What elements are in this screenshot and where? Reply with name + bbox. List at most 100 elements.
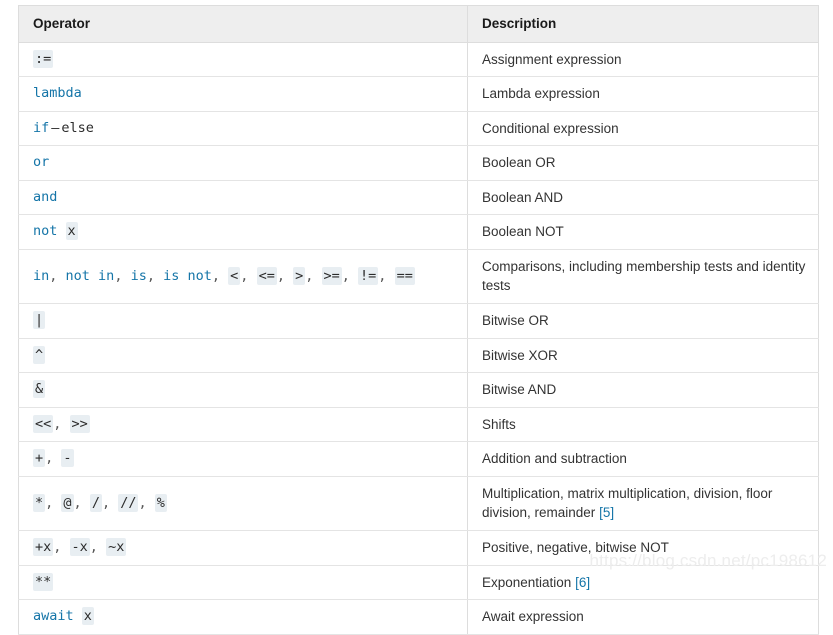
operator-separator: , (276, 267, 294, 284)
description-text: Shifts (482, 416, 516, 432)
operator-keyword: is (130, 267, 147, 284)
description-text: Exponentiation (482, 574, 576, 590)
description-cell: Boolean NOT (467, 214, 819, 250)
operator-cell: ^ (18, 337, 468, 374)
table-row: | Bitwise OR (18, 303, 819, 339)
table-header-row: Operator Description (18, 5, 819, 43)
operator-symbol: x (65, 222, 78, 241)
description-cell: Bitwise AND (467, 372, 819, 408)
column-header-operator: Operator (18, 5, 468, 43)
table-row: in, not in, is, is not, <, <=, >, >=, !=… (18, 248, 819, 305)
operator-symbol: ** (33, 572, 54, 591)
operator-cell: not x (18, 214, 468, 250)
description-text: Addition and subtraction (482, 451, 627, 467)
footnote-link[interactable]: [5] (599, 505, 614, 520)
operator-symbol: != (358, 266, 379, 285)
footnote-link[interactable]: [6] (575, 575, 590, 590)
description-cell: Conditional expression (467, 110, 819, 147)
column-header-description: Description (467, 5, 819, 43)
operator-dash: – (51, 119, 60, 136)
description-text: Assignment expression (482, 51, 622, 67)
table-row: ^ Bitwise XOR (18, 337, 819, 374)
operator-separator: , (240, 267, 257, 284)
operator-keyword: await (33, 608, 74, 625)
operator-symbol: := (33, 49, 54, 68)
operator-separator: , (305, 267, 322, 284)
operator-symbol: << (33, 414, 54, 433)
table-row: and Boolean AND (18, 179, 819, 216)
operator-keyword: in (33, 267, 50, 284)
operator-keyword: and (33, 188, 58, 205)
operator-keyword: not (33, 223, 58, 240)
operator-separator: , (341, 267, 359, 284)
description-text: Boolean AND (482, 189, 564, 205)
operator-cell: +x, -x, ~x (18, 529, 468, 566)
description-text: Bitwise XOR (482, 347, 558, 363)
operator-symbol: @ (61, 493, 74, 512)
operator-separator: , (45, 450, 62, 467)
description-cell: Exponentiation [6] (467, 564, 819, 601)
operator-symbol: % (154, 493, 167, 512)
operator-symbol: < (228, 266, 241, 285)
table-row: <<, >> Shifts (18, 406, 819, 443)
description-text: Lambda expression (482, 86, 600, 102)
operator-symbol: - (61, 449, 74, 468)
operator-cell: or (18, 145, 468, 181)
operator-keyword: not in (65, 267, 115, 284)
table-row: ** Exponentiation [6] (18, 564, 819, 601)
table-row: *, @, /, //, % Multiplication, matrix mul… (18, 475, 819, 531)
table-row: +x, -x, ~x Positive, negative, bitwise NO… (18, 529, 819, 566)
operator-symbol: / (89, 493, 102, 512)
description-cell: Await expression (467, 599, 819, 635)
operator-cell: if – else (18, 110, 468, 147)
operator-cell: and (18, 179, 468, 216)
operator-symbol: == (394, 266, 415, 285)
table-row: & Bitwise AND (18, 372, 819, 408)
description-cell: Assignment expression (467, 41, 819, 78)
table-row: or Boolean OR (18, 145, 819, 181)
operator-space (74, 608, 82, 624)
operator-space (57, 223, 65, 239)
description-text: Boolean NOT (482, 224, 564, 240)
description-text: Positive, negative, bitwise NOT (482, 539, 669, 555)
operator-cell: lambda (18, 76, 468, 112)
operator-cell: *, @, /, //, % (18, 475, 468, 531)
operator-keyword: if (33, 119, 50, 136)
operator-separator: , (101, 494, 119, 511)
operator-keyword: lambda (33, 85, 82, 102)
description-cell: Shifts (467, 406, 819, 443)
operator-cell: ** (18, 564, 468, 601)
operator-separator: , (53, 415, 70, 432)
description-text: Bitwise AND (482, 382, 557, 398)
operator-symbol: >> (69, 414, 90, 433)
operator-cell: & (18, 372, 468, 408)
operator-separator: , (114, 267, 131, 284)
operator-separator: , (211, 267, 229, 284)
operator-symbol: & (33, 380, 46, 399)
operator-separator: , (53, 538, 70, 555)
operator-keyword: else (61, 119, 94, 136)
table-row: lambda Lambda expression (18, 76, 819, 112)
operator-symbol: ^ (33, 345, 46, 364)
operator-symbol: x (81, 607, 94, 626)
description-text: Conditional expression (482, 120, 619, 136)
operator-symbol: ~x (106, 537, 127, 556)
operator-symbol: -x (69, 537, 90, 556)
table-body: := Assignment expression lambda Lambda expr… (18, 41, 819, 635)
description-cell: Comparisons, including membership tests … (467, 248, 819, 305)
description-text: Bitwise OR (482, 313, 549, 329)
table-header: Operator Description (18, 5, 819, 43)
operator-keyword: is not (163, 267, 212, 284)
operator-symbol: // (118, 493, 139, 512)
description-cell: Lambda expression (467, 76, 819, 112)
operator-cell: await x (18, 599, 468, 635)
description-text: Await expression (482, 609, 584, 625)
table-row: not x Boolean NOT (18, 214, 819, 250)
operator-symbol: > (293, 266, 306, 285)
operator-cell: <<, >> (18, 406, 468, 443)
description-cell: Boolean OR (467, 145, 819, 181)
description-text: Comparisons, including membership tests … (482, 258, 806, 294)
operator-keyword: or (33, 154, 50, 171)
operator-cell: +, - (18, 441, 468, 477)
operator-precedence-table: Operator Description := Assignment expres… (18, 5, 819, 635)
